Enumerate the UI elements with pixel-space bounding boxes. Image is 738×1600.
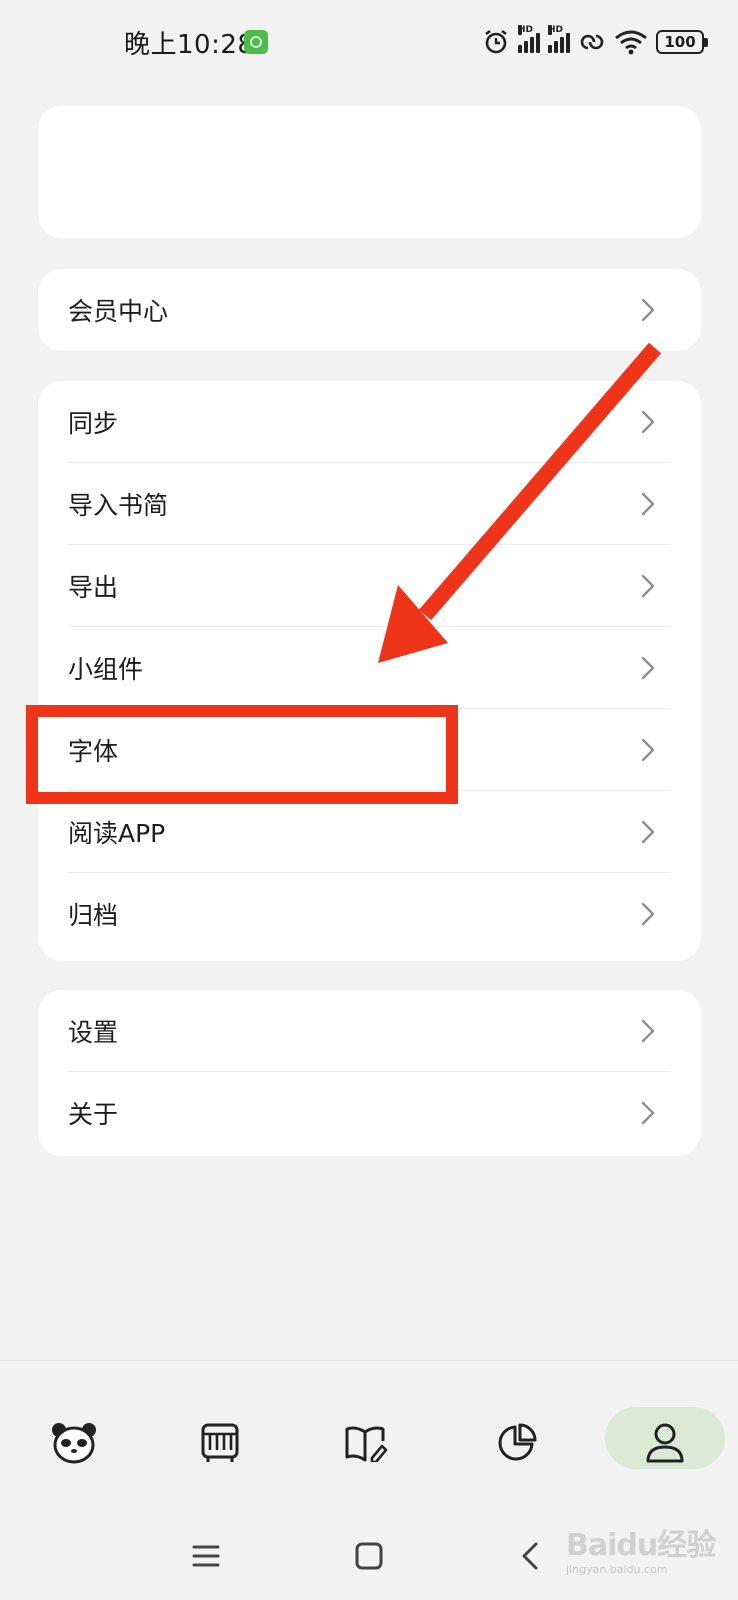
watermark: Baidu经验 bbox=[566, 1528, 716, 1563]
tab-notes[interactable] bbox=[330, 1407, 402, 1479]
tab-profile[interactable] bbox=[629, 1407, 701, 1479]
person-icon bbox=[646, 1423, 684, 1463]
back-button[interactable] bbox=[506, 1532, 554, 1580]
book-edit-icon bbox=[345, 1426, 388, 1462]
bookshelf-icon bbox=[201, 1423, 239, 1462]
back-chevron-icon bbox=[522, 1542, 538, 1570]
pie-chart-icon bbox=[498, 1423, 537, 1461]
bottom-tab-bar bbox=[0, 1360, 738, 1512]
square-icon bbox=[355, 1542, 383, 1570]
annotation-highlight-box bbox=[26, 705, 458, 804]
watermark-url: jingyan.baidu.com bbox=[566, 1563, 668, 1576]
recent-apps-button[interactable] bbox=[182, 1532, 230, 1580]
tab-bookshelf[interactable] bbox=[184, 1407, 256, 1479]
menu-icon bbox=[192, 1545, 220, 1567]
tab-panda[interactable] bbox=[38, 1407, 110, 1479]
tab-stats[interactable] bbox=[481, 1407, 553, 1479]
panda-icon bbox=[52, 1423, 96, 1464]
home-button[interactable] bbox=[345, 1532, 393, 1580]
